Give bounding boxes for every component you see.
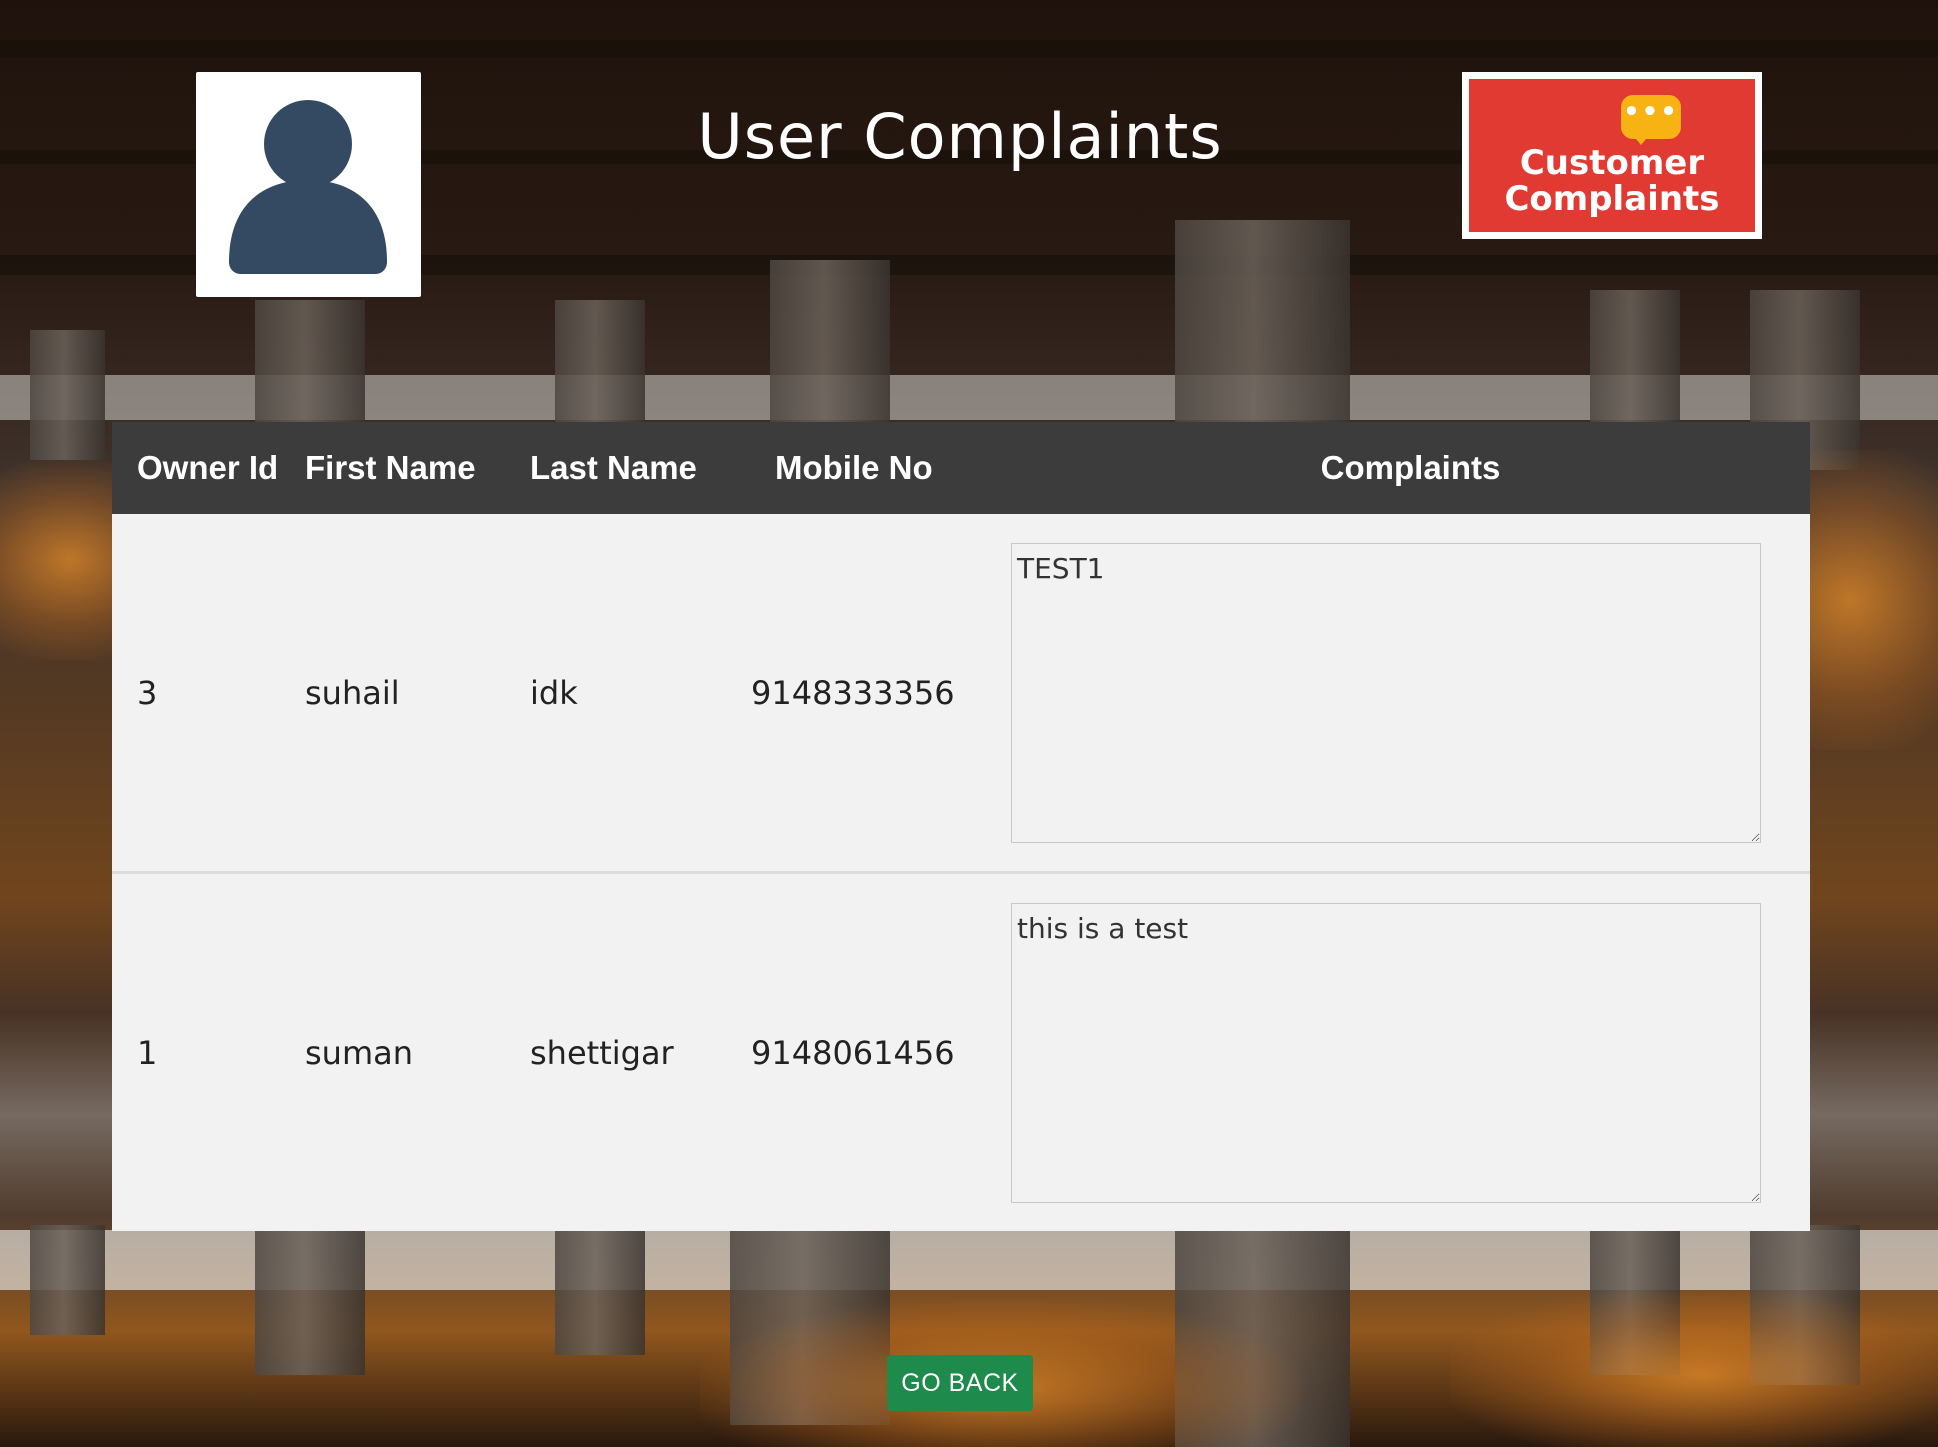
logo-line-2: Complaints — [1504, 179, 1720, 219]
logo-background: ••• Customer Complaints — [1469, 79, 1755, 232]
column-header-complaints: Complaints — [1011, 422, 1810, 514]
table-row: 1 suman shettigar 9148061456 this is a t… — [112, 872, 1810, 1232]
last-name-cell: shettigar — [530, 1033, 674, 1072]
complaints-table: Owner Id First Name Last Name Mobile No … — [112, 422, 1810, 1231]
last-name-cell: idk — [530, 673, 578, 712]
ellipsis-icon: ••• — [1623, 97, 1679, 127]
column-header-last-name: Last Name — [530, 422, 751, 514]
table-row: 3 suhail idk 9148333356 TEST1 — [112, 514, 1810, 873]
column-header-first-name: First Name — [305, 422, 530, 514]
user-silhouette-icon — [229, 100, 387, 274]
page-background: User Complaints ••• Customer Complaints — [0, 0, 1938, 1447]
owner-id-cell: 3 — [137, 673, 158, 712]
complaint-textarea[interactable]: this is a test — [1011, 902, 1761, 1203]
complaint-cell: this is a test — [1011, 873, 1810, 1232]
first-name-cell: suhail — [305, 673, 400, 712]
complaint-cell: TEST1 — [1011, 514, 1810, 873]
mobile-cell: 9148061456 — [751, 1033, 955, 1072]
table-header-row: Owner Id First Name Last Name Mobile No … — [112, 422, 1810, 514]
mobile-cell: 9148333356 — [751, 673, 955, 712]
first-name-cell: suman — [305, 1033, 414, 1072]
complaint-textarea[interactable]: TEST1 — [1011, 542, 1761, 843]
page-title: User Complaints — [697, 100, 1223, 173]
logo-line-1: Customer — [1519, 143, 1705, 183]
owner-id-cell: 1 — [137, 1033, 158, 1072]
column-header-mobile-no: Mobile No — [751, 422, 1011, 514]
avatar — [196, 72, 421, 297]
column-header-owner-id: Owner Id — [112, 422, 305, 514]
customer-complaints-logo: ••• Customer Complaints — [1462, 72, 1762, 239]
go-back-button[interactable]: GO BACK — [887, 1355, 1033, 1411]
logo-text: Customer Complaints — [1469, 145, 1755, 217]
complaints-table-container: Owner Id First Name Last Name Mobile No … — [112, 422, 1810, 1231]
